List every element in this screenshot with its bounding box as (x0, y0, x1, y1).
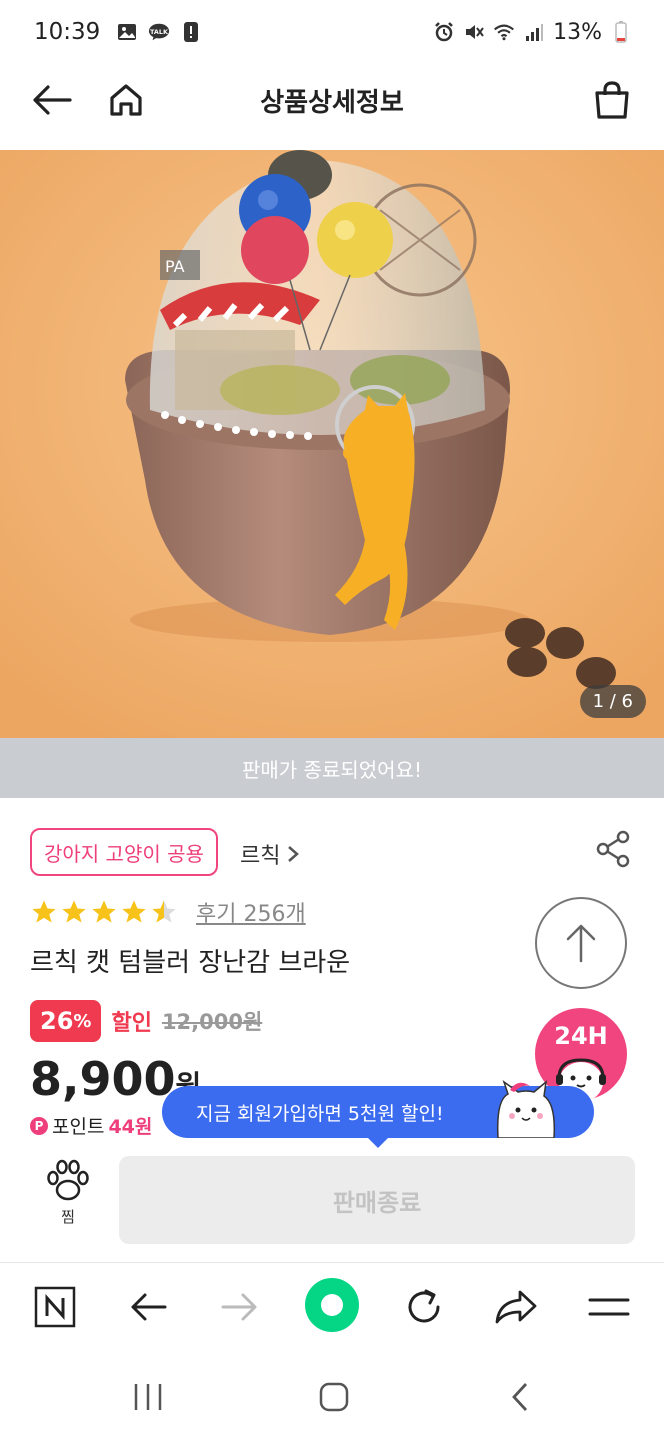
cat-mascot-icon (496, 1080, 556, 1138)
browser-menu-button[interactable] (585, 1283, 633, 1331)
green-dot-button[interactable] (304, 1277, 360, 1333)
home-button[interactable] (102, 76, 150, 124)
green-dot-icon (305, 1278, 359, 1332)
brand-name: 르칙 (240, 844, 281, 869)
discount-percent-sign: % (73, 1010, 92, 1032)
battery-icon (610, 21, 632, 43)
paw-icon (47, 1159, 89, 1201)
status-bar: 10:39 TALK 13% (0, 0, 664, 64)
kakaotalk-icon: TALK (148, 21, 170, 43)
back-button[interactable] (28, 76, 76, 124)
refresh-button[interactable] (400, 1283, 448, 1331)
refresh-icon (408, 1289, 440, 1323)
wish-button[interactable]: 찜 (36, 1158, 100, 1238)
battery-percent: 13% (553, 19, 602, 45)
points-label: 포인트 (52, 1116, 105, 1138)
product-title: 르칙 캣 텀블러 장난감 브라운 (30, 948, 351, 978)
svg-text:TALK: TALK (150, 28, 169, 36)
system-nav-bar (0, 1350, 664, 1440)
browser-forward-button[interactable] (216, 1283, 264, 1331)
recent-apps-icon (134, 1384, 162, 1410)
star-icon (122, 900, 146, 923)
cs-label: 24H (554, 1022, 608, 1050)
back-arrow-icon (33, 85, 72, 115)
discount-percent: 26 (40, 1007, 74, 1035)
brand-link[interactable]: 르칙 (240, 838, 300, 870)
share-icon (596, 830, 630, 868)
sold-out-button[interactable]: 판매종료 (119, 1156, 635, 1244)
rating: 후기 256개 (30, 896, 306, 928)
home-icon (110, 84, 142, 116)
alert-icon (180, 21, 202, 43)
back-icon (131, 1293, 167, 1321)
pet-type-tag[interactable]: 강아지 고양이 공용 (30, 828, 218, 876)
points-value: 44원 (108, 1116, 153, 1138)
chevron-left-icon (512, 1383, 528, 1411)
shopping-bag-icon (595, 81, 629, 119)
points-info: P 포인트 44원 (30, 1112, 152, 1139)
promo-text: 지금 회원가입하면 5천원 할인! (196, 1102, 444, 1125)
svg-text:PA: PA (165, 257, 185, 276)
discount-label: 할인 (111, 1011, 152, 1036)
star-icon (32, 900, 56, 923)
share-button[interactable] (590, 826, 636, 872)
star-icon (92, 900, 116, 923)
chevron-right-icon (288, 846, 300, 862)
naver-icon (34, 1286, 76, 1328)
browser-toolbar (0, 1262, 664, 1350)
star-icon (62, 900, 86, 923)
forward-icon (221, 1293, 257, 1321)
half-star-icon (152, 900, 176, 923)
app-header: 상품상세정보 (0, 64, 664, 136)
scroll-top-button[interactable] (535, 897, 627, 989)
home-square-icon (319, 1382, 349, 1412)
signup-promo-tooltip[interactable]: 지금 회원가입하면 5천원 할인! (162, 1080, 594, 1148)
sold-out-banner: 판매가 종료되었어요! (0, 738, 664, 798)
page-title: 상품상세정보 (260, 88, 404, 118)
share-arrow-icon (495, 1290, 537, 1324)
system-back-button[interactable] (496, 1375, 544, 1419)
alarm-icon (433, 21, 455, 43)
star-rating (30, 898, 178, 926)
product-photo: PA (0, 150, 664, 738)
menu-icon (588, 1298, 630, 1316)
original-price: 12,000원 (161, 1010, 263, 1034)
browser-share-button[interactable] (492, 1283, 540, 1331)
wifi-icon (493, 21, 515, 43)
points-icon: P (30, 1116, 48, 1135)
price-value: 8,900 (30, 1052, 176, 1106)
recent-apps-button[interactable] (124, 1375, 172, 1419)
browser-back-button[interactable] (124, 1283, 172, 1331)
product-image[interactable]: PA 1 / 6 (0, 150, 664, 738)
wish-label: 찜 (61, 1208, 75, 1226)
discount-row: 26% 할인 12,000원 (30, 1000, 262, 1042)
image-counter: 1 / 6 (579, 685, 646, 718)
system-home-button[interactable] (310, 1375, 358, 1419)
naver-home-button[interactable] (31, 1283, 79, 1331)
cart-button[interactable] (588, 76, 636, 124)
arrow-up-icon (566, 924, 596, 963)
gallery-icon (116, 21, 138, 43)
status-time: 10:39 (34, 19, 101, 45)
discount-badge: 26% (30, 1000, 102, 1042)
review-link[interactable]: 후기 256개 (196, 896, 306, 928)
signal-icon (523, 21, 545, 43)
mute-icon (463, 21, 485, 43)
